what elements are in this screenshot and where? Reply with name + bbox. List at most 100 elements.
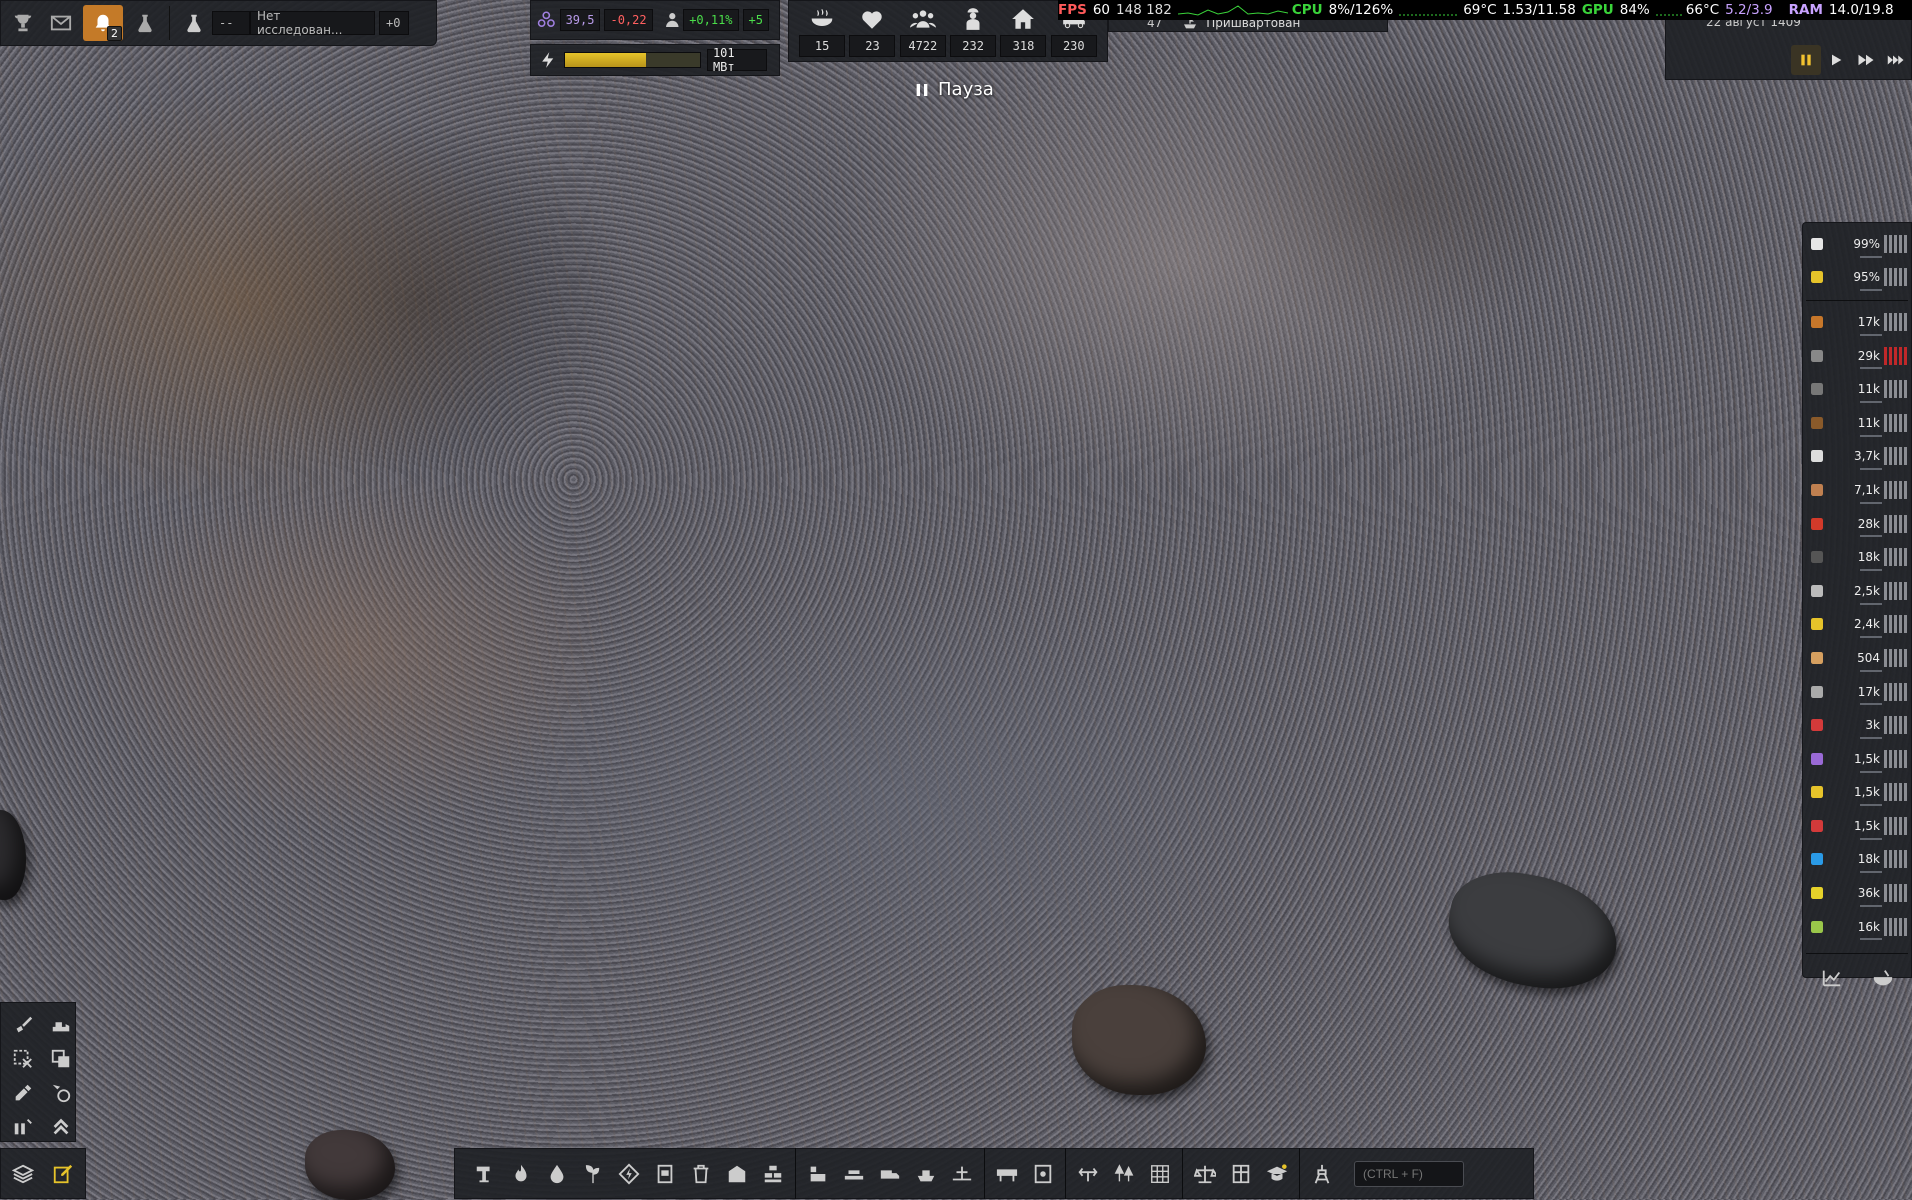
resource-value: 2,5k [1853, 583, 1880, 598]
resource-row[interactable]: 2,4k [1806, 608, 1908, 642]
resource-value: 11k [1857, 382, 1880, 397]
notification-badge: 2 [107, 26, 122, 41]
battery-icon [1806, 882, 1828, 904]
build-retaining-button[interactable] [989, 1158, 1025, 1190]
red-tool-icon [1806, 815, 1828, 837]
resource-underline [1860, 770, 1882, 773]
resource-row[interactable]: 11k [1806, 372, 1908, 406]
copy-button[interactable] [45, 1043, 77, 1075]
resource-value: 1,5k [1853, 818, 1880, 833]
pause-button[interactable] [1791, 45, 1821, 75]
bulldozer-icon [52, 1022, 70, 1032]
build-mining-button[interactable] [467, 1158, 503, 1190]
build-housing-button[interactable] [719, 1158, 755, 1190]
fastest-button[interactable] [1881, 45, 1911, 75]
build-machines-button[interactable] [800, 1158, 836, 1190]
build-storage-button[interactable] [647, 1158, 683, 1190]
gpu-graph [1655, 14, 1682, 16]
resource-row[interactable]: 3k [1806, 708, 1908, 742]
flask-icon [138, 14, 152, 33]
wood-icon [1806, 412, 1828, 434]
resource-row[interactable]: 95% [1806, 261, 1908, 295]
resource-row[interactable]: 3,7k [1806, 440, 1908, 474]
stats-chart-button[interactable] [1816, 962, 1848, 994]
paint-tool-button[interactable] [7, 1009, 39, 1041]
research-tree-button[interactable] [129, 7, 161, 39]
plate-icon [1806, 681, 1828, 703]
build-fluids-button[interactable] [539, 1158, 575, 1190]
build-farming-button[interactable] [575, 1158, 611, 1190]
terrain-tool-button[interactable] [1070, 1158, 1106, 1190]
pause-building-button[interactable] [7, 1111, 39, 1143]
build-world-button[interactable] [1025, 1158, 1061, 1190]
resource-row[interactable]: 7,1k [1806, 473, 1908, 507]
forestry-button[interactable] [1106, 1158, 1142, 1190]
build-waste-button[interactable] [683, 1158, 719, 1190]
resource-underline [1860, 703, 1882, 706]
resource-row[interactable]: 18k [1806, 843, 1908, 877]
resource-settings-button[interactable] [1867, 962, 1899, 994]
resource-row[interactable]: 11k [1806, 406, 1908, 440]
notifications-button[interactable]: 2 [83, 5, 123, 41]
build-services-button[interactable] [755, 1158, 791, 1190]
resource-row[interactable]: 1,5k [1806, 809, 1908, 843]
build-smelting-button[interactable] [503, 1158, 539, 1190]
planks-icon [1806, 479, 1828, 501]
resource-row[interactable]: 36k [1806, 876, 1908, 910]
resource-row[interactable]: 2,5k [1806, 574, 1908, 608]
resource-row[interactable]: 99% [1806, 227, 1908, 261]
build-ships-button[interactable] [908, 1158, 944, 1190]
resource-row[interactable]: 1,5k [1806, 776, 1908, 810]
counter-population[interactable]: 4722 [898, 6, 948, 57]
grid-tool-button[interactable] [1142, 1158, 1178, 1190]
build-transport-button[interactable] [836, 1158, 872, 1190]
steel-icon [1806, 546, 1828, 568]
build-power-button[interactable] [611, 1158, 647, 1190]
bulldozer-button[interactable] [45, 1009, 77, 1041]
upgrade-button[interactable] [45, 1111, 77, 1143]
resource-row[interactable]: 504 [1806, 641, 1908, 675]
resource-underline [1860, 904, 1882, 907]
toolbar-group-infra [985, 1148, 1066, 1199]
counter-housing[interactable]: 318 [998, 6, 1048, 57]
layers-button[interactable] [9, 1158, 37, 1190]
fast-forward-button[interactable] [1851, 45, 1881, 75]
rock-boulder [0, 810, 26, 900]
counter-food[interactable]: 15 [797, 6, 847, 57]
education-button[interactable] [1259, 1158, 1295, 1190]
eyedropper-button[interactable] [7, 1077, 39, 1109]
build-docks-button[interactable] [944, 1158, 980, 1190]
search-input[interactable] [1354, 1160, 1464, 1187]
resource-row[interactable]: 17k [1806, 675, 1908, 709]
resource-level-bars [1884, 615, 1907, 634]
resource-row[interactable]: 16k [1806, 910, 1908, 944]
overview-button[interactable] [1304, 1158, 1340, 1190]
resource-row[interactable]: 17k [1806, 305, 1908, 339]
pause-text: Пауза [938, 79, 994, 100]
policies-button[interactable] [1187, 1158, 1223, 1190]
fuel-icon [1806, 513, 1828, 535]
research-flask-button[interactable] [178, 7, 210, 39]
messages-button[interactable] [45, 7, 77, 39]
resource-row[interactable]: 29k [1806, 339, 1908, 373]
resource-row[interactable]: 28k [1806, 507, 1908, 541]
play-button[interactable] [1821, 45, 1851, 75]
lightning-icon [542, 52, 554, 68]
edit-mode-button[interactable] [49, 1158, 77, 1190]
unity-delta: -0,22 [604, 9, 653, 31]
blueprints-button[interactable] [1223, 1158, 1259, 1190]
counter-health[interactable]: 23 [847, 6, 897, 57]
layers-icon [12, 1164, 34, 1183]
build-vehicles-button[interactable] [872, 1158, 908, 1190]
counter-workers[interactable]: 232 [948, 6, 998, 57]
cut-selection-button[interactable] [7, 1043, 39, 1075]
research-current[interactable]: Нет исследован... [250, 9, 375, 37]
trophy-button[interactable] [7, 7, 39, 39]
resource-level-bars [1884, 514, 1907, 533]
recolor-button[interactable] [45, 1077, 77, 1109]
resource-row[interactable]: 18k [1806, 540, 1908, 574]
resource-row[interactable]: 1,5k [1806, 742, 1908, 776]
power-panel[interactable]: 101 МВт [530, 44, 780, 76]
resource-value: 18k [1857, 550, 1880, 565]
resource-level-bars [1884, 816, 1907, 835]
